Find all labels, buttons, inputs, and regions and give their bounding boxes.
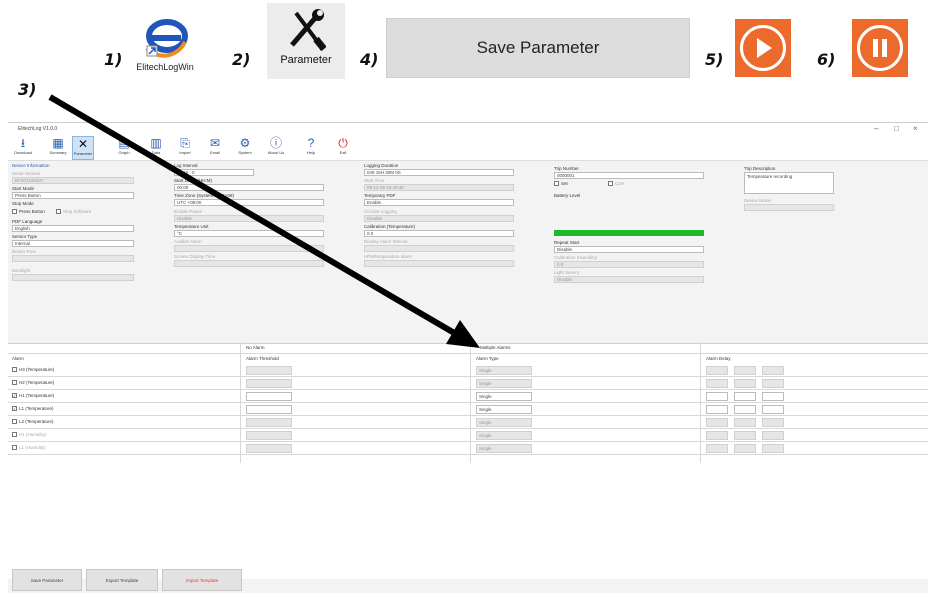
pointer-arrow (48, 94, 480, 348)
arrow-shaft (48, 94, 458, 337)
